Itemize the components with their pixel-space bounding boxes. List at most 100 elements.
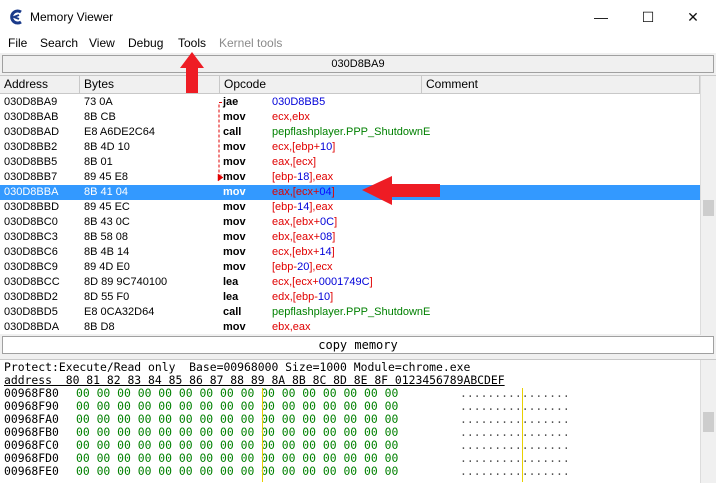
row-bytes: 8B 4D 10 xyxy=(84,141,130,153)
row-opcode: mov xyxy=(223,141,246,153)
row-opcode: mov xyxy=(223,201,246,213)
operand-part: ] xyxy=(369,276,373,288)
operand-part: ] xyxy=(330,291,334,303)
operand-part: edx,[ebp- xyxy=(272,291,318,303)
hex-cursor-line xyxy=(262,388,263,482)
table-row[interactable]: 030D8BC3 8B 58 08 mov ebx,[eax+08] xyxy=(0,230,700,245)
hex-row-address: 00968FE0 xyxy=(4,464,59,478)
table-row[interactable]: 030D8BB7 89 45 E8 mov [ebp-18],eax xyxy=(0,170,700,185)
operand-part: 14 xyxy=(319,246,332,258)
row-operands: ecx,ebx xyxy=(272,110,310,125)
operand-part: ] xyxy=(332,231,336,243)
row-operands: ecx,[ecx+0001749C] xyxy=(272,275,373,290)
column-address[interactable]: Address xyxy=(0,76,80,94)
row-operands: [ebp-20],ecx xyxy=(272,260,333,275)
minimize-button[interactable]: — xyxy=(578,0,624,34)
row-address: 030D8BD5 xyxy=(4,306,58,318)
row-opcode: mov xyxy=(223,321,246,333)
table-row[interactable]: 030D8BCC 8D 89 9C740100 lea ecx,[ecx+000174… xyxy=(0,275,700,290)
row-address: 030D8BC6 xyxy=(4,246,58,258)
row-operands: pepflashplayer.PPP_ShutdownE xyxy=(272,305,430,320)
row-address: 030D8BB2 xyxy=(4,141,58,153)
operand-part: 14 xyxy=(297,201,310,213)
table-row[interactable]: 030D8BA9 73 0A jae 030D8BB5 xyxy=(0,95,700,110)
operand-part: ] xyxy=(331,186,335,198)
row-bytes: 89 4D E0 xyxy=(84,261,130,273)
hex-row-ascii[interactable]: ................ xyxy=(460,465,570,478)
row-operands: ebx,[eax+08] xyxy=(272,230,335,245)
operand-part: 0001749C xyxy=(318,276,370,288)
table-row[interactable]: 030D8BD5 E8 0CA32D64 call pepflashplayer.PP… xyxy=(0,305,700,320)
table-row[interactable]: 030D8BAD E8 A6DE2C64 call pepflashplayer.PP… xyxy=(0,125,700,140)
hex-scrollbar[interactable] xyxy=(700,360,716,483)
disasm-scrollbar[interactable] xyxy=(700,76,716,335)
operand-part: [ebp- xyxy=(272,171,298,183)
row-opcode: mov xyxy=(223,261,246,273)
row-opcode: jae xyxy=(223,96,239,108)
row-address: 030D8BDA xyxy=(4,321,60,333)
table-row[interactable]: 030D8BBD 89 45 EC mov [ebp-14],eax xyxy=(0,200,700,215)
address-bar[interactable]: 030D8BA9 xyxy=(2,55,714,73)
row-bytes: 8B 41 04 xyxy=(84,186,129,198)
operand-part: ebx,[eax+ xyxy=(272,231,321,243)
operand-part: ] xyxy=(332,141,336,153)
operand-part: ],eax xyxy=(309,171,334,183)
menu-search[interactable]: Search xyxy=(40,36,78,50)
menu-debug[interactable]: Debug xyxy=(128,36,163,50)
row-opcode: mov xyxy=(223,216,246,228)
menu-tools[interactable]: Tools xyxy=(178,36,206,50)
disassembler-pane[interactable]: Address Bytes Opcode Comment 030D8BA9 73 … xyxy=(0,75,716,335)
hex-view-pane[interactable]: Protect:Execute/Read only Base=00968000 … xyxy=(0,359,716,483)
table-row[interactable]: 030D8BBA 8B 41 04 mov eax,[ecx+04] xyxy=(0,185,700,200)
menu-file[interactable]: File xyxy=(8,36,27,50)
table-row[interactable]: 030D8BDA 8B D8 mov ebx,eax xyxy=(0,320,700,335)
column-bytes[interactable]: Bytes xyxy=(80,76,220,94)
operand-part: 20 xyxy=(297,261,310,273)
title-bar: Memory Viewer — ☐ ✕ xyxy=(0,0,716,34)
row-opcode: lea xyxy=(223,276,239,288)
row-opcode: call xyxy=(223,306,242,318)
row-address: 030D8BC0 xyxy=(4,216,58,228)
row-operands: ecx,[ebp+10] xyxy=(272,140,335,155)
row-opcode: call xyxy=(223,126,242,138)
maximize-button[interactable]: ☐ xyxy=(625,0,671,34)
operand-part: ecx,ebx xyxy=(272,111,310,123)
operand-part: 0C xyxy=(320,216,335,228)
close-button[interactable]: ✕ xyxy=(670,0,716,34)
table-row[interactable]: 030D8BD2 8D 55 F0 lea edx,[ebp-10] xyxy=(0,290,700,305)
table-row[interactable]: 030D8BC9 89 4D E0 mov [ebp-20],ecx xyxy=(0,260,700,275)
menu-view[interactable]: View xyxy=(89,36,115,50)
row-address: 030D8BD2 xyxy=(4,291,58,303)
table-row[interactable]: 030D8BAB 8B CB mov ecx,ebx xyxy=(0,110,700,125)
operand-part: 030D8BB5 xyxy=(272,96,326,108)
column-comment[interactable]: Comment xyxy=(422,76,700,94)
table-row[interactable]: 030D8BC6 8B 4B 14 mov ecx,[ebx+14] xyxy=(0,245,700,260)
menu-kernel-tools[interactable]: Kernel tools xyxy=(219,36,282,50)
row-operands: [ebp-18],eax xyxy=(272,170,333,185)
row-opcode: mov xyxy=(223,246,246,258)
row-address: 030D8BC9 xyxy=(4,261,58,273)
row-opcode: mov xyxy=(223,186,246,198)
row-bytes: 8D 89 9C740100 xyxy=(84,276,168,288)
hex-row-bytes[interactable]: 00 00 00 00 00 00 00 00 00 00 00 00 00 0… xyxy=(76,465,398,478)
row-bytes: 89 45 EC xyxy=(84,201,130,213)
hex-scroll-thumb[interactable] xyxy=(703,412,714,432)
row-bytes: 8B CB xyxy=(84,111,116,123)
row-operands: pepflashplayer.PPP_ShutdownE xyxy=(272,125,430,140)
operand-part: ecx,[ebp+ xyxy=(272,141,321,153)
row-operands: edx,[ebp-10] xyxy=(272,290,333,305)
scroll-thumb[interactable] xyxy=(703,200,714,216)
row-bytes: 8B 58 08 xyxy=(84,231,129,243)
window-title: Memory Viewer xyxy=(30,10,114,24)
column-header: Address Bytes Opcode Comment xyxy=(0,76,700,94)
table-row[interactable]: 030D8BC0 8B 43 0C mov eax,[ebx+0C] xyxy=(0,215,700,230)
operand-part: ] xyxy=(331,246,335,258)
operand-part: ] xyxy=(334,216,338,228)
table-row[interactable]: 030D8BB5 8B 01 mov eax,[ecx] xyxy=(0,155,700,170)
row-opcode: mov xyxy=(223,171,246,183)
column-opcode[interactable]: Opcode xyxy=(220,76,422,94)
table-row[interactable]: 030D8BB2 8B 4D 10 mov ecx,[ebp+10] xyxy=(0,140,700,155)
row-opcode: lea xyxy=(223,291,239,303)
operand-part: eax,[ecx+ xyxy=(272,186,320,198)
copy-memory-bar[interactable]: copy memory xyxy=(2,336,714,354)
